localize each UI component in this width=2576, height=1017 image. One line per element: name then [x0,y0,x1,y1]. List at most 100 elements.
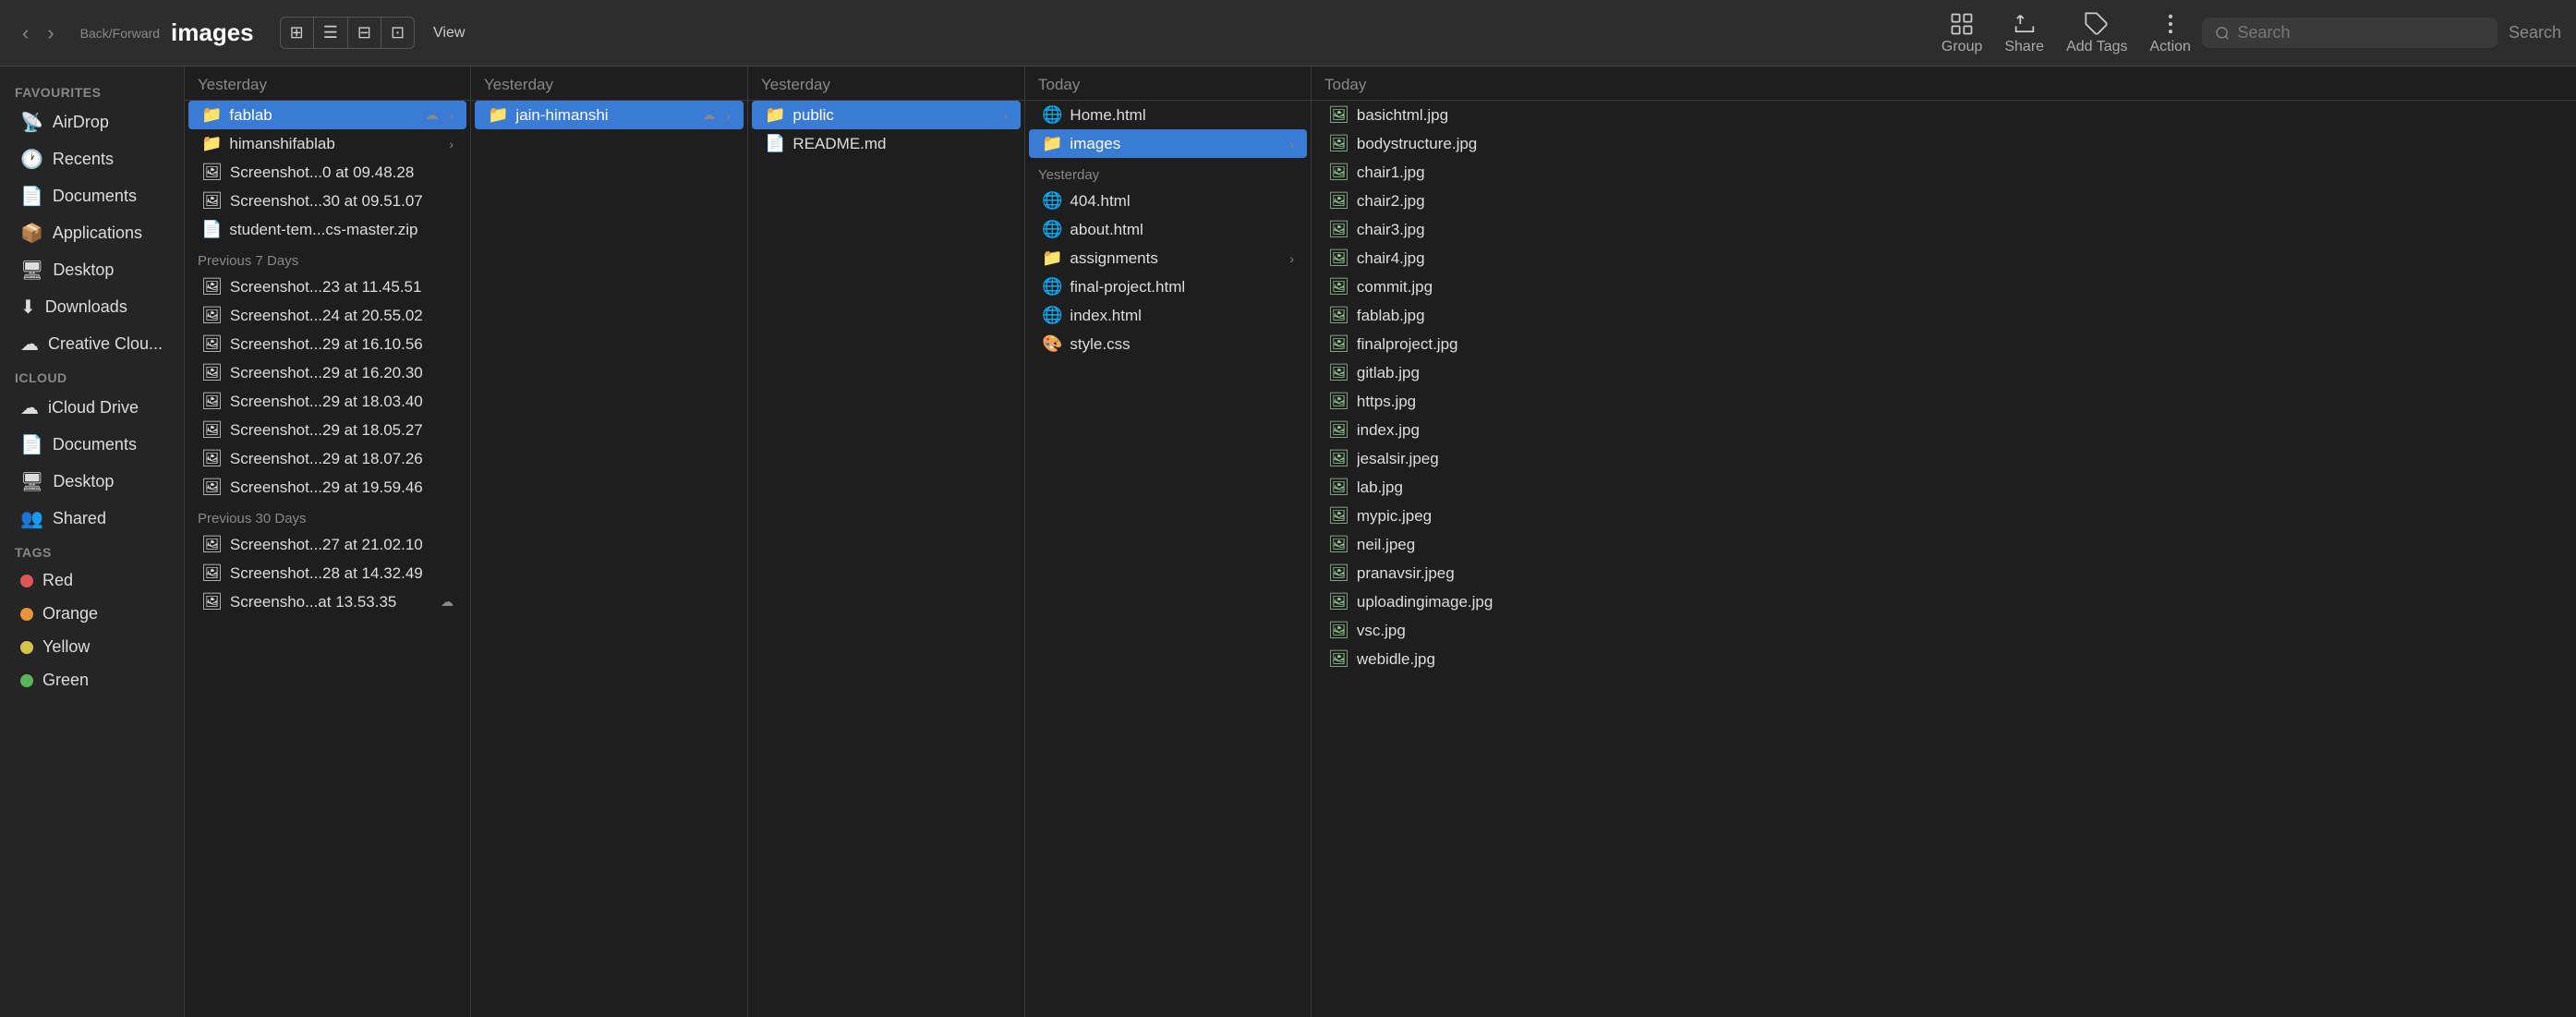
action-action[interactable]: Action [2149,11,2190,55]
arrow-icon: › [449,108,454,123]
file-screenshot-29-1959[interactable]: 🖼 Screenshot...29 at 19.59.46 [188,473,466,502]
file-basichtml-jpg[interactable]: 🖼 basichtml.jpg [1315,101,2572,129]
sidebar-item-shared[interactable]: 👥 Shared [6,501,178,537]
file-name: Screenshot...29 at 19.59.46 [230,478,454,497]
yellow-dot [20,641,33,654]
icloud-desktop-label: Desktop [53,472,114,491]
file-lab-jpg[interactable]: 🖼 lab.jpg [1315,473,2572,502]
list-view-button[interactable]: ☰ [314,18,348,48]
file-screenshot-29-1620[interactable]: 🖼 Screenshot...29 at 16.20.30 [188,358,466,387]
file-final-project-html[interactable]: 🌐 final-project.html [1029,272,1307,301]
file-name: basichtml.jpg [1357,106,2559,125]
sidebar-item-orange[interactable]: Orange [6,598,178,630]
file-vsc-jpg[interactable]: 🖼 vsc.jpg [1315,616,2572,645]
file-index-html[interactable]: 🌐 index.html [1029,301,1307,330]
file-fablab-jpg[interactable]: 🖼 fablab.jpg [1315,301,2572,330]
jpg-icon: 🖼 [1328,621,1349,640]
sidebar-item-green[interactable]: Green [6,664,178,696]
file-uploadingimage-jpg[interactable]: 🖼 uploadingimage.jpg [1315,587,2572,616]
file-bodystructure-jpg[interactable]: 🖼 bodystructure.jpg [1315,129,2572,158]
sidebar-item-creative-cloud[interactable]: ☁ Creative Clou... [6,326,178,362]
col1-content: 📁 fablab ☁ › 📁 himanshifablab › 🖼 Screen… [185,101,470,1017]
sidebar-item-icloud-drive[interactable]: ☁ iCloud Drive [6,390,178,426]
file-screenshot-29-1805[interactable]: 🖼 Screenshot...29 at 18.05.27 [188,416,466,444]
file-screenshot-23-1145[interactable]: 🖼 Screenshot...23 at 11.45.51 [188,272,466,301]
file-fablab[interactable]: 📁 fablab ☁ › [188,101,466,129]
file-screenshot-24-2055[interactable]: 🖼 Screenshot...24 at 20.55.02 [188,301,466,330]
forward-button[interactable]: › [40,18,61,49]
sidebar-item-icloud-documents[interactable]: 📄 Documents [6,427,178,463]
file-webidle-jpg[interactable]: 🖼 webidle.jpg [1315,645,2572,673]
file-mypic-jpeg[interactable]: 🖼 mypic.jpeg [1315,502,2572,530]
file-screenshot-29-1610[interactable]: 🖼 Screenshot...29 at 16.10.56 [188,330,466,358]
file-chair2-jpg[interactable]: 🖼 chair2.jpg [1315,187,2572,215]
file-screenshot-1353[interactable]: 🖼 Screensho...at 13.53.35 ☁ [188,587,466,616]
sidebar-item-applications[interactable]: 📦 Applications [6,215,178,251]
file-name: index.jpg [1357,421,2559,440]
file-name: uploadingimage.jpg [1357,593,2559,611]
jpg-icon: 🖼 [1328,334,1349,354]
sidebar-item-downloads[interactable]: ⬇ Downloads [6,289,178,325]
file-images-folder[interactable]: 📁 images › [1029,129,1307,158]
file-chair1-jpg[interactable]: 🖼 chair1.jpg [1315,158,2572,187]
file-name: jesalsir.jpeg [1357,450,2559,468]
file-screenshot-27-2102[interactable]: 🖼 Screenshot...27 at 21.02.10 [188,530,466,559]
file-screenshot-29-1803[interactable]: 🖼 Screenshot...29 at 18.03.40 [188,387,466,416]
file-name: Home.html [1070,106,1294,125]
file-jesalsir-jpeg[interactable]: 🖼 jesalsir.jpeg [1315,444,2572,473]
file-name: webidle.jpg [1357,650,2559,669]
file-himanshifablab[interactable]: 📁 himanshifablab › [188,129,466,158]
file-name: himanshifablab [229,135,438,153]
file-about-html[interactable]: 🌐 about.html [1029,215,1307,244]
file-style-css[interactable]: 🎨 style.css [1029,330,1307,358]
file-name: chair3.jpg [1357,221,2559,239]
file-name: style.css [1070,335,1294,354]
sidebar-item-documents[interactable]: 📄 Documents [6,178,178,214]
sidebar-item-red[interactable]: Red [6,564,178,597]
file-name: mypic.jpeg [1357,507,2559,526]
search-input[interactable] [2237,23,2485,42]
file-https-jpg[interactable]: 🖼 https.jpg [1315,387,2572,416]
file-screenshot-30-0951[interactable]: 🖼 Screenshot...30 at 09.51.07 [188,187,466,215]
file-public[interactable]: 📁 public › [752,101,1021,129]
file-screenshot-29-1807[interactable]: 🖼 Screenshot...29 at 18.07.26 [188,444,466,473]
col5-content: 🖼 basichtml.jpg 🖼 bodystructure.jpg 🖼 ch… [1312,101,2576,1017]
file-student-zip[interactable]: 📄 student-tem...cs-master.zip [188,215,466,244]
icloud-documents-icon: 📄 [20,433,43,456]
sidebar-item-airdrop[interactable]: 📡 AirDrop [6,104,178,140]
shared-label: Shared [53,509,106,528]
icloud-label: iCloud [0,363,184,389]
column-view-button[interactable]: ⊟ [348,18,381,48]
file-name: public [792,106,992,125]
search-box[interactable] [2202,18,2497,48]
file-404-html[interactable]: 🌐 404.html [1029,187,1307,215]
file-home-html[interactable]: 🌐 Home.html [1029,101,1307,129]
sidebar-item-icloud-desktop[interactable]: 🖥 Desktop [6,464,178,500]
file-chair4-jpg[interactable]: 🖼 chair4.jpg [1315,244,2572,272]
file-neil-jpeg[interactable]: 🖼 neil.jpeg [1315,530,2572,559]
file-screenshot-0-0948[interactable]: 🖼 Screenshot...0 at 09.48.28 [188,158,466,187]
file-pranavsir-jpeg[interactable]: 🖼 pranavsir.jpeg [1315,559,2572,587]
column-4: Today 🌐 Home.html 📁 images › Yesterday 🌐… [1025,67,1312,1017]
add-tags-action[interactable]: Add Tags [2066,11,2127,55]
file-index-jpg[interactable]: 🖼 index.jpg [1315,416,2572,444]
back-button[interactable]: ‹ [15,18,36,49]
sidebar-item-desktop[interactable]: 🖥 Desktop [6,252,178,288]
gallery-view-button[interactable]: ⊡ [381,18,414,48]
sidebar-item-recents[interactable]: 🕐 Recents [6,141,178,177]
file-chair3-jpg[interactable]: 🖼 chair3.jpg [1315,215,2572,244]
file-screenshot-28-1432[interactable]: 🖼 Screenshot...28 at 14.32.49 [188,559,466,587]
file-jain-himanshi[interactable]: 📁 jain-himanshi ☁ › [475,101,744,129]
file-readme[interactable]: 📄 README.md [752,129,1021,158]
sidebar-item-yellow[interactable]: Yellow [6,631,178,663]
share-action[interactable]: Share [2004,11,2044,55]
group-action[interactable]: Group [1941,11,1982,55]
green-dot [20,674,33,687]
file-gitlab-jpg[interactable]: 🖼 gitlab.jpg [1315,358,2572,387]
file-assignments[interactable]: 📁 assignments › [1029,244,1307,272]
file-finalproject-jpg[interactable]: 🖼 finalproject.jpg [1315,330,2572,358]
file-name: Screenshot...29 at 18.03.40 [230,393,454,411]
html-icon: 🌐 [1042,191,1062,211]
icon-view-button[interactable]: ⊞ [281,18,314,48]
file-commit-jpg[interactable]: 🖼 commit.jpg [1315,272,2572,301]
